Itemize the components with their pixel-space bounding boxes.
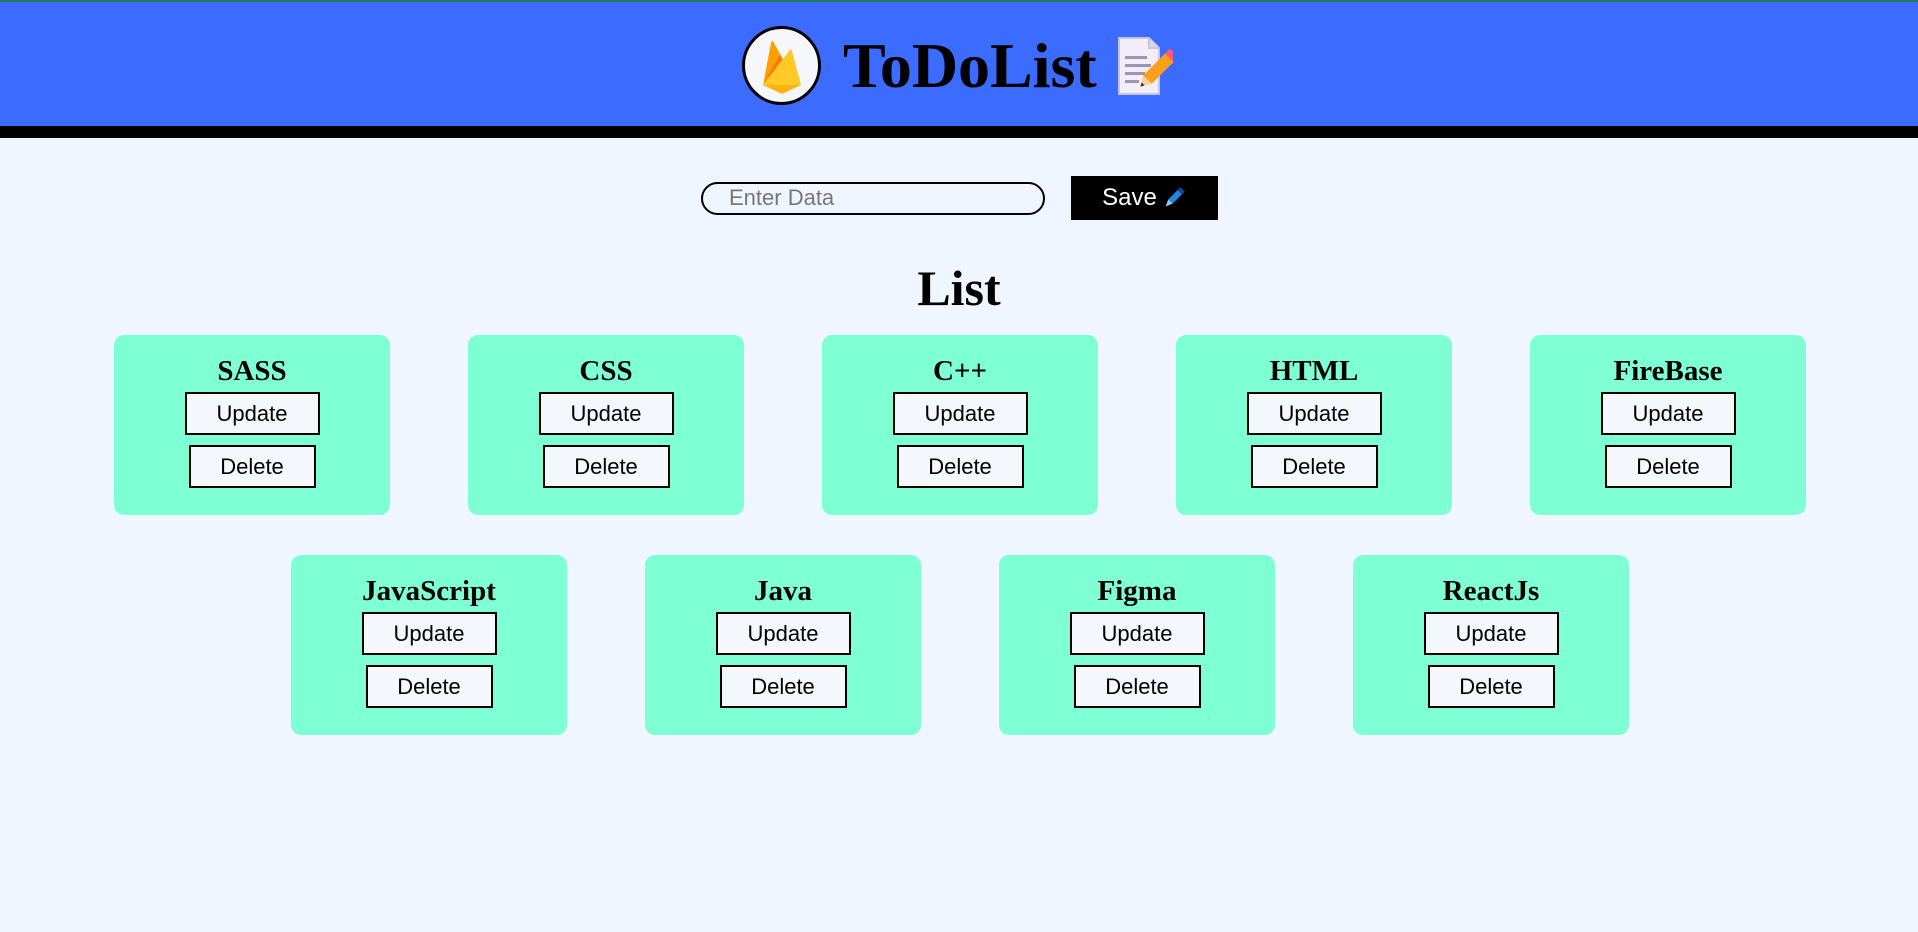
todo-card: HTML Update Delete (1176, 335, 1452, 515)
delete-button[interactable]: Delete (188, 445, 316, 488)
todo-card-title: Java (754, 575, 812, 607)
update-button[interactable]: Update (1600, 392, 1736, 435)
brand: ToDoList (742, 23, 1179, 108)
header-divider (0, 126, 1918, 138)
app-title: ToDoList (843, 29, 1097, 101)
delete-button[interactable]: Delete (719, 665, 847, 708)
todo-card: SASS Update Delete (114, 335, 390, 515)
update-button[interactable]: Update (1246, 392, 1382, 435)
todo-card-title: SASS (217, 355, 287, 387)
list-heading: List (917, 260, 1001, 316)
entry-form: Save (701, 176, 1218, 220)
todo-card-title: Figma (1097, 575, 1177, 607)
save-button[interactable]: Save (1071, 176, 1218, 220)
todo-card-title: JavaScript (362, 575, 496, 607)
memo-pencil-icon (1115, 34, 1179, 98)
todo-card: Figma Update Delete (999, 555, 1275, 735)
delete-button[interactable]: Delete (1250, 445, 1378, 488)
app-header: ToDoList (0, 0, 1918, 126)
update-button[interactable]: Update (538, 392, 674, 435)
delete-button[interactable]: Delete (1073, 665, 1201, 708)
todo-card: Java Update Delete (645, 555, 921, 735)
delete-button[interactable]: Delete (896, 445, 1024, 488)
todo-card-title: FireBase (1613, 355, 1723, 387)
data-input[interactable] (701, 181, 1045, 215)
todo-list: SASS Update Delete CSS Update Delete C++ Update… (114, 335, 1806, 735)
todo-card-title: ReactJs (1442, 575, 1540, 607)
firebase-logo-icon (742, 26, 821, 105)
delete-button[interactable]: Delete (542, 445, 670, 488)
update-button[interactable]: Update (715, 612, 851, 655)
delete-button[interactable]: Delete (1427, 665, 1555, 708)
todo-card: ReactJs Update Delete (1353, 555, 1629, 735)
todo-card-title: CSS (579, 355, 633, 387)
todo-card-title: C++ (933, 355, 987, 387)
update-button[interactable]: Update (1423, 612, 1559, 655)
todo-card: JavaScript Update Delete (291, 555, 567, 735)
todo-card: FireBase Update Delete (1530, 335, 1806, 515)
update-button[interactable]: Update (1069, 612, 1205, 655)
todo-card: C++ Update Delete (822, 335, 1098, 515)
pen-icon (1161, 185, 1187, 211)
todo-card-title: HTML (1269, 355, 1359, 387)
delete-button[interactable]: Delete (1604, 445, 1732, 488)
update-button[interactable]: Update (361, 612, 497, 655)
todo-card: CSS Update Delete (468, 335, 744, 515)
save-button-label: Save (1102, 184, 1157, 211)
update-button[interactable]: Update (892, 392, 1028, 435)
update-button[interactable]: Update (184, 392, 320, 435)
delete-button[interactable]: Delete (365, 665, 493, 708)
